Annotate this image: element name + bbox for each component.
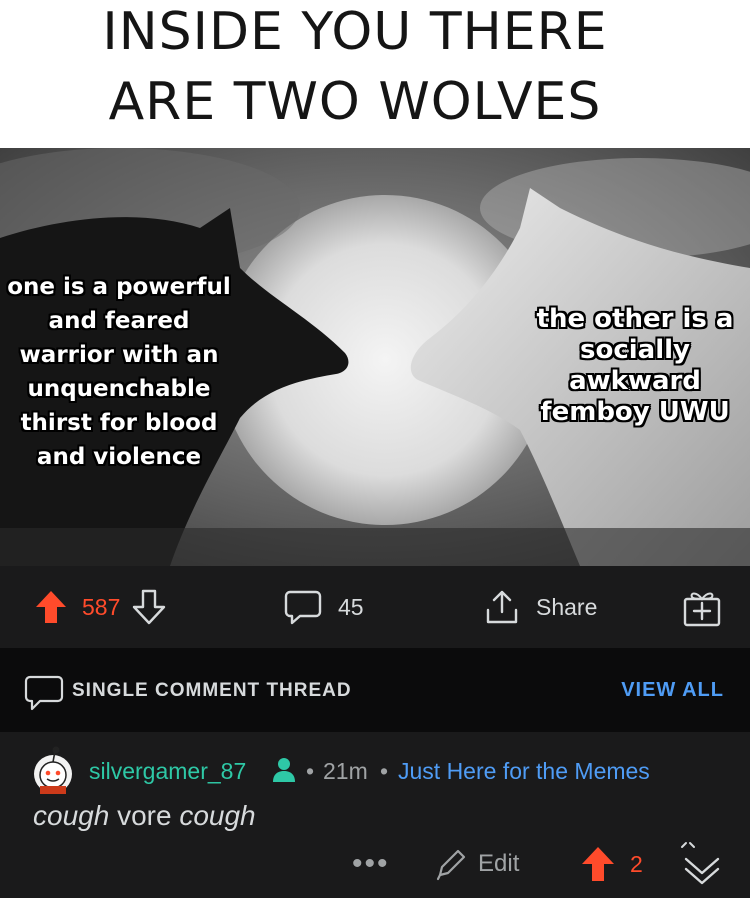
- gift-award-icon: [683, 592, 721, 627]
- avatar[interactable]: [30, 742, 76, 794]
- upvote-arrow-icon[interactable]: [34, 589, 68, 625]
- post-vote-group: 587: [34, 566, 166, 648]
- thread-title: SINGLE COMMENT THREAD: [72, 680, 352, 701]
- meta-separator: •: [306, 758, 315, 784]
- comment-vote-group: 2: [580, 832, 643, 896]
- comment-username[interactable]: silvergamer_87: [89, 758, 246, 785]
- meta-separator: •: [380, 758, 389, 784]
- comments-button[interactable]: 45: [284, 566, 364, 648]
- comment-bubble-icon: [284, 590, 322, 625]
- collapse-chevron-icon: [681, 842, 720, 885]
- meme-caption-line-2: ARE TWO WOLVES: [108, 72, 602, 132]
- downvote-arrow-icon[interactable]: [132, 589, 166, 625]
- view-all-link[interactable]: VIEW ALL: [621, 679, 724, 702]
- comment-bubble-icon: [24, 675, 64, 711]
- comment-body: cough vore cough: [33, 800, 256, 832]
- comment-body-text: vore: [109, 800, 180, 831]
- meme-left-text: one is a powerful and feared warrior wit…: [7, 274, 231, 470]
- share-label: Share: [536, 593, 598, 620]
- edit-label: Edit: [478, 850, 520, 877]
- share-button[interactable]: Share: [484, 566, 597, 648]
- comment-body-italic: cough: [33, 800, 110, 831]
- pencil-icon: [436, 849, 466, 881]
- share-icon: [486, 590, 518, 624]
- comment-count: 45: [338, 593, 364, 620]
- edit-button[interactable]: Edit: [432, 832, 519, 896]
- meme-caption: INSIDE YOU THERE ARE TWO WOLVES: [0, 0, 750, 148]
- user-flair: Just Here for the Memes: [398, 758, 650, 784]
- single-comment-thread-bar: SINGLE COMMENT THREAD VIEW ALL: [0, 648, 750, 732]
- award-button[interactable]: [682, 566, 722, 648]
- meme-right-text: the other is a socially awkward femboy U…: [536, 304, 734, 427]
- upvote-arrow-icon[interactable]: [580, 845, 616, 883]
- post-vote-count: 587: [82, 593, 121, 620]
- meme-image[interactable]: one is a powerful and feared warrior wit…: [0, 148, 750, 566]
- comment-body-italic: cough: [179, 800, 256, 831]
- person-icon: [273, 758, 295, 782]
- comment: silvergamer_87 • 21m • Just Here for the…: [0, 732, 750, 898]
- comment-vote-count: 2: [630, 850, 643, 877]
- collapse-button[interactable]: [672, 832, 722, 896]
- comment-time: 21m: [323, 758, 368, 784]
- more-options-button[interactable]: •••: [352, 832, 390, 896]
- meme-caption-line-1: INSIDE YOU THERE: [102, 2, 608, 62]
- post-action-bar: 587 45 Share: [0, 566, 750, 648]
